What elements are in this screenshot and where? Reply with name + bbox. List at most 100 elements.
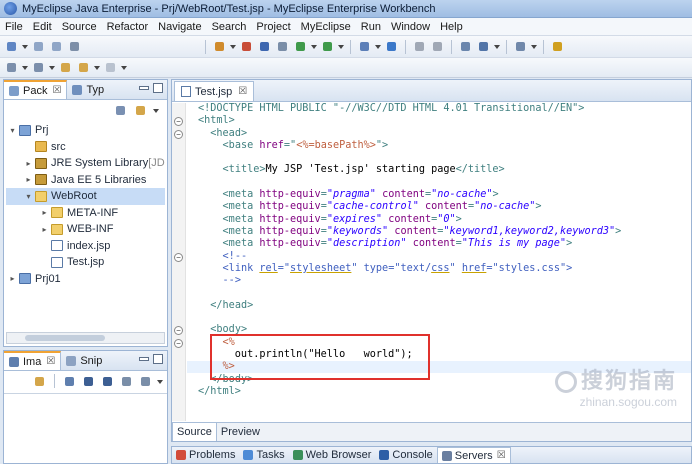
tree-item-webroot[interactable]: ▾ WebRoot bbox=[6, 188, 165, 205]
collapsed-twisty-icon[interactable]: ▸ bbox=[40, 225, 49, 234]
tree-item-prj[interactable]: ▾ Prj bbox=[6, 122, 165, 139]
globe-icon[interactable] bbox=[384, 39, 399, 54]
collapsed-twisty-icon[interactable]: ▸ bbox=[8, 274, 17, 283]
forward-icon[interactable] bbox=[103, 60, 118, 75]
tree-item-meta-inf[interactable]: ▸ META-INF bbox=[6, 205, 165, 222]
code-line[interactable]: <meta http-equiv="expires" content="0"> bbox=[198, 214, 691, 226]
code-line[interactable]: <meta http-equiv="pragma" content="no-ca… bbox=[198, 189, 691, 201]
menu-help[interactable]: Help bbox=[435, 21, 468, 33]
menu-search[interactable]: Search bbox=[207, 21, 252, 33]
close-icon[interactable]: ☒ bbox=[52, 85, 61, 96]
print-icon[interactable] bbox=[67, 39, 82, 54]
run-icon[interactable] bbox=[320, 39, 335, 54]
tab-test-jsp[interactable]: Test.jsp ☒ bbox=[174, 81, 255, 101]
search-dropdown-icon[interactable] bbox=[494, 39, 500, 54]
tab-package-explorer[interactable]: Pack ☒ bbox=[4, 80, 68, 99]
code-line[interactable]: <title>My JSP 'Test.jsp' starting page</… bbox=[198, 164, 691, 176]
tree-item-web-inf[interactable]: ▸ WEB-INF bbox=[6, 221, 165, 238]
collapsed-twisty-icon[interactable]: ▸ bbox=[24, 159, 33, 168]
tree-item-src[interactable]: src bbox=[6, 139, 165, 156]
fold-toggle-icon[interactable]: − bbox=[174, 338, 183, 348]
fold-toggle-icon[interactable]: − bbox=[174, 117, 183, 127]
new-java-project-icon[interactable] bbox=[357, 39, 372, 54]
code-line[interactable]: --> bbox=[198, 275, 691, 287]
maximize-icon[interactable] bbox=[153, 354, 163, 364]
code-line[interactable]: <meta http-equiv="cache-control" content… bbox=[198, 201, 691, 213]
code-line[interactable]: <!-- bbox=[198, 251, 691, 263]
rotate-icon[interactable] bbox=[138, 374, 153, 389]
actual-size-icon[interactable] bbox=[119, 374, 134, 389]
annotation-next-icon[interactable] bbox=[4, 60, 19, 75]
deploy-icon[interactable] bbox=[239, 39, 254, 54]
code-line[interactable] bbox=[198, 152, 691, 164]
menu-navigate[interactable]: Navigate bbox=[153, 21, 206, 33]
code-line[interactable]: </head> bbox=[198, 300, 691, 312]
extra-icon[interactable] bbox=[550, 39, 565, 54]
collapsed-twisty-icon[interactable]: ▸ bbox=[40, 208, 49, 217]
menu-edit[interactable]: Edit bbox=[28, 21, 57, 33]
search-icon[interactable] bbox=[476, 39, 491, 54]
fold-toggle-icon[interactable]: − bbox=[174, 129, 183, 139]
debug-icon[interactable] bbox=[293, 39, 308, 54]
edit-icon[interactable] bbox=[412, 39, 427, 54]
close-icon[interactable]: ☒ bbox=[238, 86, 247, 97]
debug-dropdown-icon[interactable] bbox=[311, 39, 317, 54]
perspective-dropdown-icon[interactable] bbox=[531, 39, 537, 54]
menu-run[interactable]: Run bbox=[356, 21, 386, 33]
annotation-prev-icon[interactable] bbox=[31, 60, 46, 75]
tab-problems[interactable]: Problems bbox=[172, 447, 239, 463]
server-icon[interactable] bbox=[257, 39, 272, 54]
zoom-out-icon[interactable] bbox=[81, 374, 96, 389]
tree-item-prj01[interactable]: ▸ Prj01 bbox=[6, 271, 165, 288]
tab-type-hierarchy[interactable]: Typ bbox=[67, 80, 109, 99]
tree-item-index-jsp[interactable]: index.jsp bbox=[6, 238, 165, 255]
close-icon[interactable]: ☒ bbox=[46, 356, 55, 367]
code-line[interactable] bbox=[198, 177, 691, 189]
menu-refactor[interactable]: Refactor bbox=[102, 21, 154, 33]
build-dropdown-icon[interactable] bbox=[230, 39, 236, 54]
expanded-twisty-icon[interactable]: ▾ bbox=[24, 192, 33, 201]
annotation-next-dropdown-icon[interactable] bbox=[22, 60, 28, 75]
perspective-icon[interactable] bbox=[513, 39, 528, 54]
back-dropdown-icon[interactable] bbox=[94, 60, 100, 75]
menu-window[interactable]: Window bbox=[386, 21, 435, 33]
minimize-icon[interactable] bbox=[139, 86, 149, 90]
zoom-in-icon[interactable] bbox=[100, 374, 115, 389]
open-type-icon[interactable] bbox=[458, 39, 473, 54]
browser-icon[interactable] bbox=[275, 39, 290, 54]
menu-myeclipse[interactable]: MyEclipse bbox=[296, 21, 356, 33]
horizontal-scrollbar[interactable] bbox=[6, 332, 165, 344]
tab-servers[interactable]: Servers ☒ bbox=[436, 447, 511, 463]
tab-web-browser[interactable]: Web Browser bbox=[289, 447, 376, 463]
collapse-all-icon[interactable] bbox=[113, 103, 128, 118]
forward-dropdown-icon[interactable] bbox=[121, 60, 127, 75]
view-menu-icon[interactable] bbox=[153, 103, 159, 118]
code-line[interactable] bbox=[198, 287, 691, 299]
code-line[interactable]: <link rel="stylesheet" type="text/css" h… bbox=[198, 263, 691, 275]
scrollbar-thumb[interactable] bbox=[25, 335, 105, 341]
expanded-twisty-icon[interactable]: ▾ bbox=[8, 126, 17, 135]
image-action-icon[interactable] bbox=[32, 374, 47, 389]
tree-item-jre-system-library[interactable]: ▸ JRE System Library [JD bbox=[6, 155, 165, 172]
annotation-prev-dropdown-icon[interactable] bbox=[49, 60, 55, 75]
build-icon[interactable] bbox=[212, 39, 227, 54]
fold-toggle-icon[interactable]: − bbox=[174, 326, 183, 336]
tree-item-test-jsp[interactable]: Test.jsp bbox=[6, 254, 165, 271]
tab-console[interactable]: Console bbox=[375, 447, 436, 463]
code-line[interactable]: </html> bbox=[198, 386, 691, 398]
format-icon[interactable] bbox=[430, 39, 445, 54]
maximize-icon[interactable] bbox=[153, 83, 163, 93]
close-icon[interactable]: ☒ bbox=[497, 450, 506, 461]
code-line[interactable]: <base href="<%=basePath%>"> bbox=[198, 140, 691, 152]
code-line[interactable]: <head> bbox=[198, 128, 691, 140]
new-java-dropdown-icon[interactable] bbox=[375, 39, 381, 54]
minimize-icon[interactable] bbox=[139, 357, 149, 361]
code-line[interactable]: <html> bbox=[198, 115, 691, 127]
menu-file[interactable]: File bbox=[0, 21, 28, 33]
fit-image-icon[interactable] bbox=[62, 374, 77, 389]
view-menu-icon[interactable] bbox=[157, 374, 163, 389]
menu-project[interactable]: Project bbox=[251, 21, 295, 33]
code-line[interactable] bbox=[198, 312, 691, 324]
tab-snippets[interactable]: Snip bbox=[61, 351, 107, 370]
save-icon[interactable] bbox=[31, 39, 46, 54]
